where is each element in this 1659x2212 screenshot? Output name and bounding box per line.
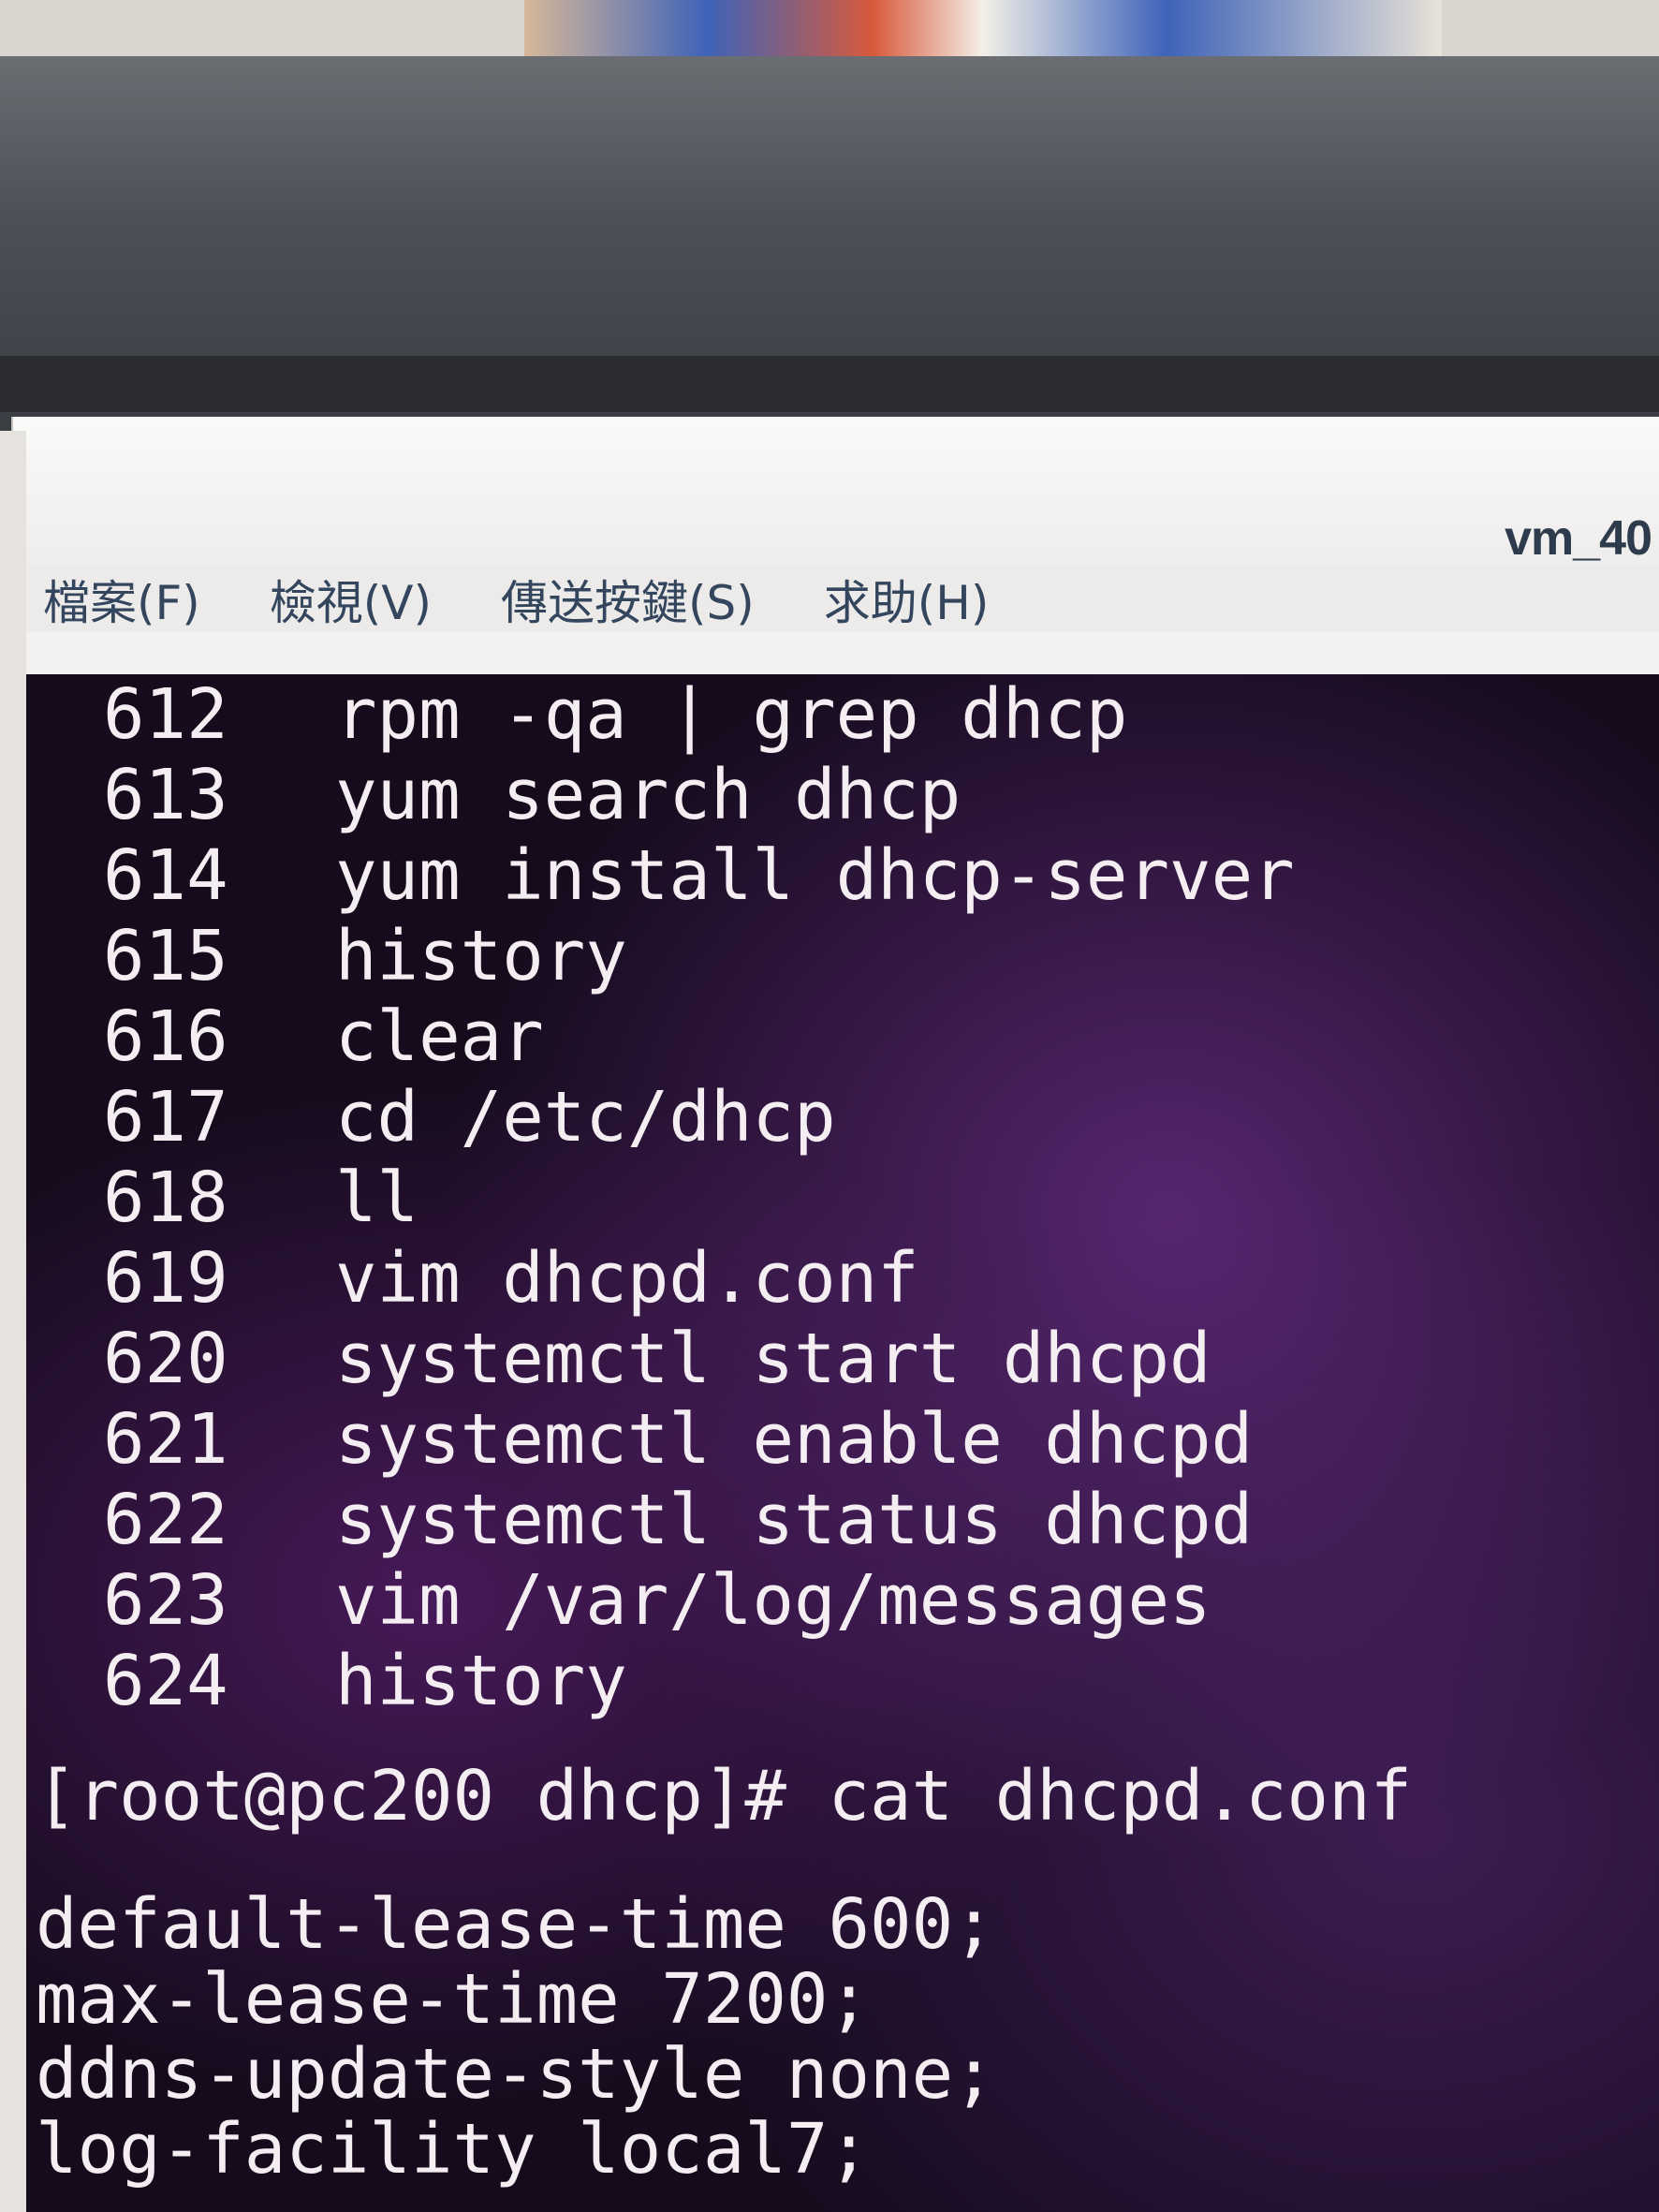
history-command: rpm -qa | grep dhcp [335, 674, 1128, 755]
history-command: history [335, 1641, 627, 1721]
history-command: systemctl enable dhcpd [335, 1399, 1254, 1480]
history-row: 615 history [103, 916, 1295, 996]
menu-help[interactable]: 求助(H) [824, 566, 990, 633]
history-number: 622 [103, 1480, 228, 1560]
history-number: 619 [103, 1238, 228, 1319]
history-number: 616 [103, 996, 228, 1077]
menu-bar: 檔案(F) 檢視(V) 傳送按鍵(S) 求助(H) [13, 567, 1659, 632]
output-line: ddns-update-style none; [36, 2034, 995, 2115]
history-number: 614 [103, 835, 228, 916]
history-row: 624 history [103, 1641, 1295, 1721]
title-bar: vm_40 [13, 417, 1659, 567]
output-line: max-lease-time 7200; [36, 1959, 871, 2040]
history-row: 614 yum install dhcp-server [103, 835, 1295, 916]
history-number: 624 [103, 1641, 228, 1721]
history-number: 621 [103, 1399, 228, 1480]
history-command: vim /var/log/messages [335, 1560, 1211, 1641]
history-row: 617 cd /etc/dhcp [103, 1077, 1295, 1158]
history-number: 620 [103, 1319, 228, 1399]
history-row: 616 clear [103, 996, 1295, 1077]
history-number: 612 [103, 674, 228, 755]
history-command: ll [335, 1158, 419, 1238]
terminal-console[interactable]: 612 rpm -qa | grep dhcp 613 yum search dhc… [26, 674, 1659, 2212]
history-command: clear [335, 996, 544, 1077]
history-command: yum search dhcp [335, 755, 962, 835]
history-row: 622 systemctl status dhcpd [103, 1480, 1295, 1560]
menu-view[interactable]: 檢視(V) [270, 566, 432, 633]
history-row: 623 vim /var/log/messages [103, 1560, 1295, 1641]
output-line: default-lease-time 600; [36, 1884, 995, 1965]
history-row: 621 systemctl enable dhcpd [103, 1399, 1295, 1480]
shell-prompt-line: [root@pc200 dhcp]# cat dhcpd.conf [36, 1756, 1413, 1836]
history-number: 615 [103, 916, 228, 996]
command-output: default-lease-time 600; max-lease-time 7… [36, 1887, 995, 2187]
history-number: 613 [103, 755, 228, 835]
history-row: 618 ll [103, 1158, 1295, 1238]
history-command: vim dhcpd.conf [335, 1238, 919, 1319]
menu-send-key[interactable]: 傳送按鍵(S) [501, 566, 755, 633]
history-number: 623 [103, 1560, 228, 1641]
history-number: 617 [103, 1077, 228, 1158]
history-row: 613 yum search dhcp [103, 755, 1295, 835]
left-edge-strip [0, 431, 26, 2212]
history-command: systemctl start dhcpd [335, 1319, 1211, 1399]
output-line: log-facility local7; [36, 2109, 871, 2190]
history-row: 619 vim dhcpd.conf [103, 1238, 1295, 1319]
history-command: systemctl status dhcpd [335, 1480, 1254, 1560]
history-command: yum install dhcp-server [335, 835, 1295, 916]
monitor-bezel-edge [0, 356, 1659, 412]
history-row: 612 rpm -qa | grep dhcp [103, 674, 1295, 755]
window-title: vm_40 [1505, 511, 1652, 566]
history-row: 620 systemctl start dhcpd [103, 1319, 1295, 1399]
history-number: 618 [103, 1158, 228, 1238]
history-command: cd /etc/dhcp [335, 1077, 836, 1158]
history-command: history [335, 916, 627, 996]
history-list: 612 rpm -qa | grep dhcp 613 yum search dhc… [103, 674, 1295, 1721]
menu-file[interactable]: 檔案(F) [43, 566, 200, 633]
